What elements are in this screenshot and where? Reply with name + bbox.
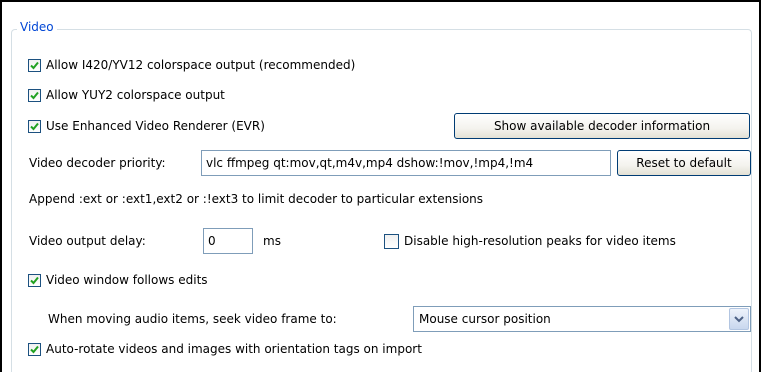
output-delay-label: Video output delay: <box>29 234 146 248</box>
yuy2-label: Allow YUY2 colorspace output <box>46 88 225 102</box>
yuy2-option[interactable]: Allow YUY2 colorspace output <box>28 87 225 103</box>
seek-label-row: When moving audio items, seek video fram… <box>48 311 337 327</box>
decoder-hint: Append :ext or :ext1,ext2 or :!ext3 to l… <box>29 192 484 206</box>
chevron-down-icon[interactable] <box>729 308 749 330</box>
decoder-hint-row: Append :ext or :ext1,ext2 or :!ext3 to l… <box>29 191 483 207</box>
seek-target-value: Mouse cursor position <box>419 312 551 326</box>
follow-edits-checkbox[interactable] <box>28 273 41 287</box>
checkmark-icon <box>30 345 39 353</box>
show-decoder-info-button[interactable]: Show available decoder information <box>454 113 750 139</box>
autorotate-option[interactable]: Auto-rotate videos and images with orien… <box>28 341 422 357</box>
seek-target-select[interactable]: Mouse cursor position <box>413 306 751 332</box>
checkmark-icon <box>30 122 39 130</box>
hires-peaks-checkbox[interactable] <box>384 233 399 249</box>
decoder-priority-label-row: Video decoder priority: <box>29 155 166 171</box>
reset-to-default-button[interactable]: Reset to default <box>617 150 751 176</box>
checkmark-icon <box>30 91 39 99</box>
checkmark-icon <box>30 61 39 69</box>
output-delay-label-row: Video output delay: <box>29 233 146 249</box>
autorotate-label: Auto-rotate videos and images with orien… <box>46 342 422 356</box>
autorotate-checkbox[interactable] <box>28 342 41 356</box>
follow-edits-option[interactable]: Video window follows edits <box>28 272 208 288</box>
output-delay-unit-row: ms <box>263 233 281 249</box>
output-delay-unit: ms <box>263 234 281 248</box>
evr-option[interactable]: Use Enhanced Video Renderer (EVR) <box>28 118 265 134</box>
checkmark-icon <box>30 276 39 284</box>
yuy2-checkbox[interactable] <box>28 88 41 102</box>
i420-label: Allow I420/YV12 colorspace output (recom… <box>46 58 356 72</box>
i420-checkbox[interactable] <box>28 58 41 72</box>
follow-edits-label: Video window follows edits <box>46 273 208 287</box>
hires-peaks-label: Disable high-resolution peaks for video … <box>404 234 676 248</box>
hires-peaks-option[interactable]: Disable high-resolution peaks for video … <box>384 233 676 249</box>
i420-option[interactable]: Allow I420/YV12 colorspace output (recom… <box>28 57 355 73</box>
decoder-priority-input[interactable]: vlc ffmpeg qt:mov,qt,m4v,mp4 dshow:!mov,… <box>201 150 611 176</box>
decoder-priority-label: Video decoder priority: <box>29 156 166 170</box>
evr-label: Use Enhanced Video Renderer (EVR) <box>46 119 265 133</box>
evr-checkbox[interactable] <box>28 119 41 133</box>
output-delay-input[interactable]: 0 <box>203 228 253 254</box>
group-title: Video <box>17 19 57 35</box>
seek-label: When moving audio items, seek video fram… <box>48 312 337 326</box>
